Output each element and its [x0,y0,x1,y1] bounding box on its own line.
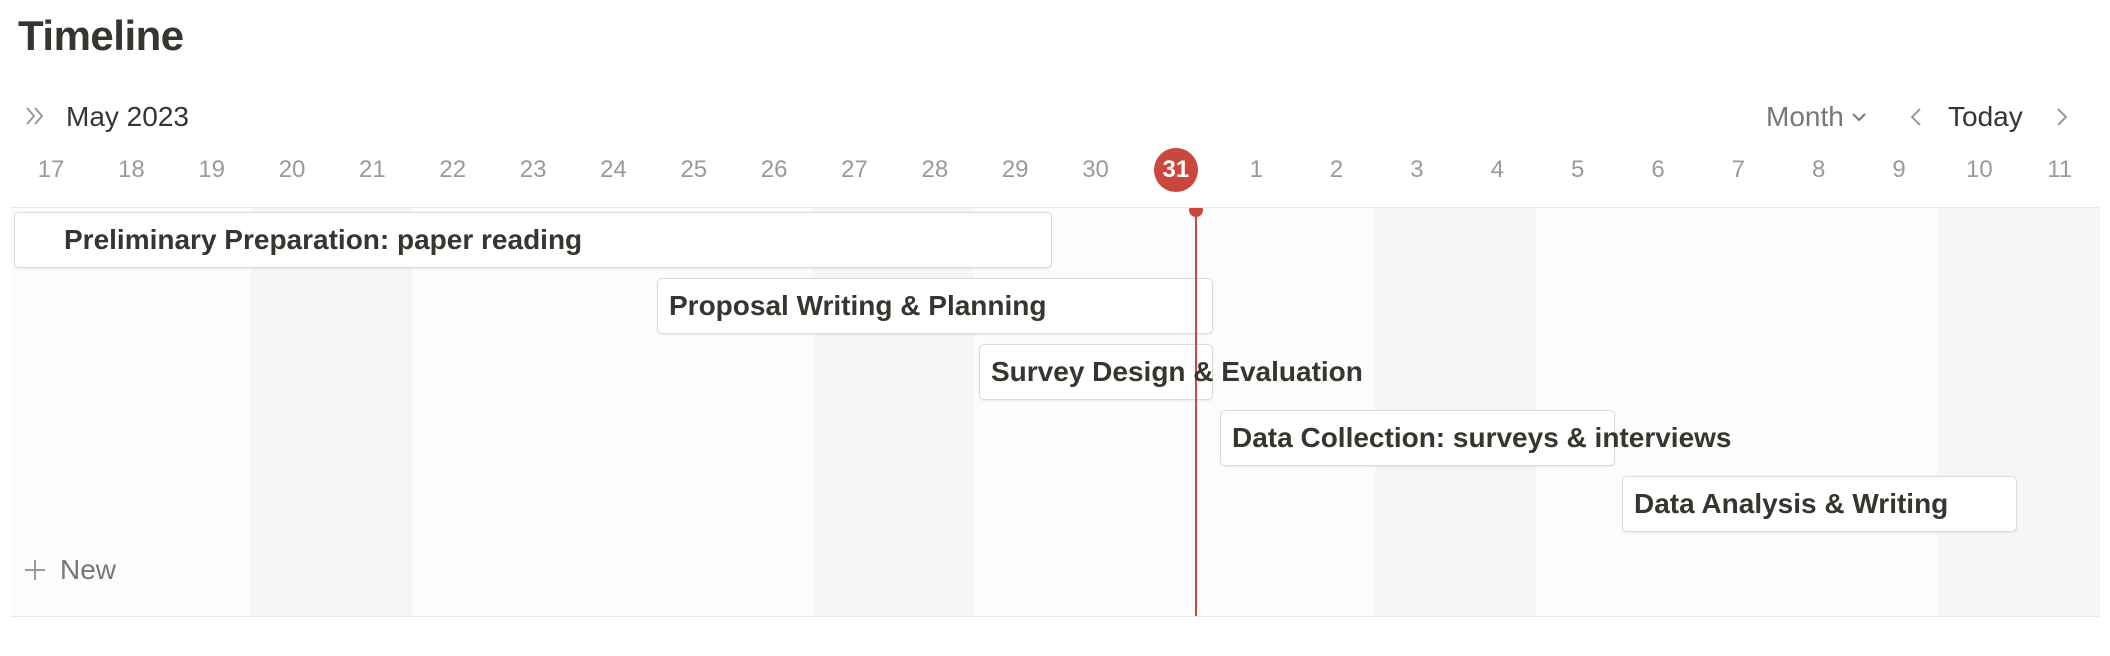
timeline-toolbar: May 2023 Month Today [0,96,2110,138]
day-label: 5 [1538,150,1618,206]
chevron-left-icon[interactable] [1904,104,1930,130]
day-label: 11 [2020,150,2100,206]
day-number: 31 [1153,148,1198,192]
day-number: 5 [1570,156,1585,183]
day-number: 3 [1410,156,1424,183]
day-label: 9 [1859,150,1939,206]
day-label: 20 [252,150,332,206]
day-label: 27 [815,150,895,206]
view-mode-label: Month [1766,101,1844,132]
chevron-down-icon [1852,113,1866,122]
day-label: 25 [654,150,734,206]
day-number: 18 [117,156,145,183]
day-number: 6 [1651,156,1665,183]
day-number: 29 [1001,156,1029,183]
double-chevron-right-icon[interactable] [22,102,50,130]
day-label: 10 [1939,150,2019,206]
day-number: 26 [760,156,788,183]
day-number: 24 [600,156,627,183]
day-number: 1 [1249,156,1263,183]
plus-icon [25,560,45,580]
day-number: 10 [1966,156,1993,183]
day-number: 19 [198,156,226,183]
new-item-button[interactable]: New [22,552,116,588]
day-label: 4 [1457,150,1537,206]
day-label: 8 [1779,150,1859,206]
day-number: 28 [921,156,949,183]
day-number: 21 [359,156,386,183]
day-label: 24 [573,150,653,206]
day-label: 28 [895,150,975,206]
day-number: 9 [1892,156,1906,183]
day-label: 7 [1698,150,1778,206]
chevron-right-icon[interactable] [2048,104,2074,130]
day-label: 29 [975,150,1055,206]
weekend-band [251,208,412,616]
day-label: 21 [332,150,412,206]
task-label[interactable]: Data Collection: surveys & interviews [1232,410,1732,466]
day-number: 27 [841,156,868,183]
day-number: 7 [1731,156,1746,183]
day-label: 6 [1618,150,1698,206]
day-number: 25 [680,156,708,183]
view-mode-dropdown[interactable]: Month [1766,100,1868,134]
task-label[interactable]: Proposal Writing & Planning [669,278,1047,334]
weekend-band [813,208,974,616]
day-label: 17 [11,150,91,206]
day-number: 11 [2047,156,2073,183]
day-header: 17 18 19 20 21 22 23 24 25 26 27 28 29 30 31 1 2 3 4 5 6 7 8 9 1… [10,148,2100,206]
day-label: 18 [91,150,171,206]
today-button[interactable]: Today [1948,100,2023,134]
new-item-label: New [60,554,117,585]
day-number: 17 [37,156,65,183]
task-label[interactable]: Data Analysis & Writing [1634,476,1948,532]
day-label: 2 [1297,150,1377,206]
today-marker-dot [1189,208,1203,217]
today-day-label: 31 [1136,148,1216,206]
task-label[interactable]: Survey Design & Evaluation [991,344,1363,400]
day-label: 1 [1216,150,1296,206]
today-line [1195,208,1197,616]
day-number: 2 [1329,156,1344,183]
day-label: 3 [1377,150,1457,206]
day-label: 30 [1056,150,1136,206]
day-label: 23 [493,150,573,206]
page-title: Timeline [18,12,184,59]
weekend-band [1937,208,2100,616]
day-number: 23 [519,156,547,183]
timeline-grid: Preliminary Preparation: paper reading P… [10,207,2100,617]
day-number: 4 [1490,156,1504,183]
day-number: 30 [1082,156,1109,183]
day-label: 22 [413,150,493,206]
day-label: 26 [734,150,814,206]
day-number: 22 [439,156,467,183]
task-label[interactable]: Preliminary Preparation: paper reading [64,212,582,268]
month-label: May 2023 [66,101,189,132]
day-number: 8 [1812,156,1826,183]
day-number: 20 [278,156,306,183]
day-label: 19 [172,150,252,206]
